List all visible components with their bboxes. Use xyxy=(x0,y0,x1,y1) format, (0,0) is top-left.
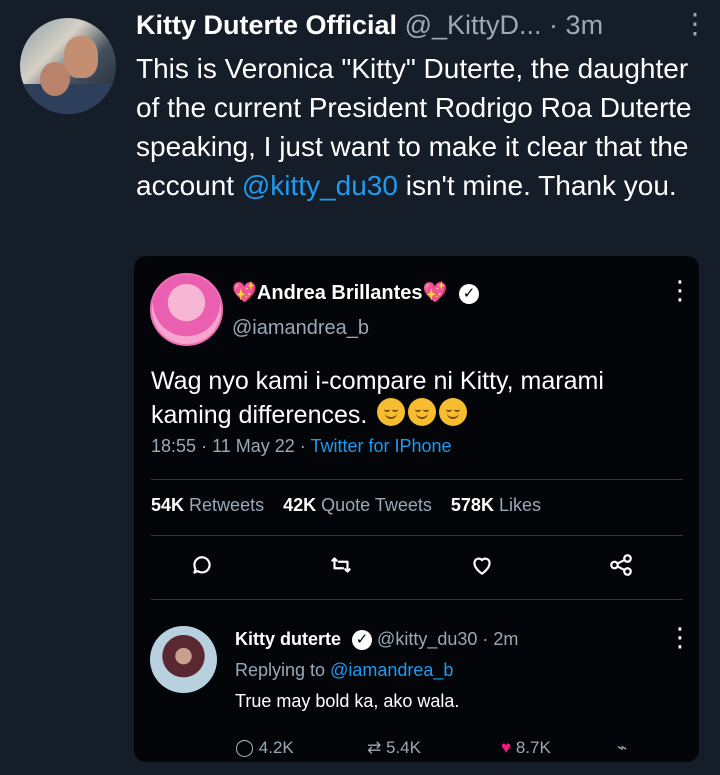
share-icon[interactable]: ⌁ xyxy=(617,738,627,758)
quoted-author-handle[interactable]: @iamandrea_b xyxy=(232,317,369,340)
reply-tweet[interactable]: Kitty duterte ✓ @kitty_du30 · 2m ⋮ Reply… xyxy=(134,614,699,762)
tweet-metadata: 18:55 · 11 May 22 · Twitter for IPhone xyxy=(151,436,452,456)
quote-tweet-count: 42K xyxy=(283,495,317,515)
avatar-image-part xyxy=(40,62,70,96)
avatar-image-part xyxy=(20,84,116,114)
quote-tweet-label: Quote Tweets xyxy=(321,495,432,515)
replying-to: Replying to @iamandrea_b xyxy=(235,660,453,681)
engagement-stats: 54K Retweets 42K Quote Tweets 578K Likes xyxy=(151,495,555,516)
heart-icon[interactable] xyxy=(468,552,496,578)
smiling-emoji-group xyxy=(377,398,468,435)
quote-tweet-stat[interactable]: 42K Quote Tweets xyxy=(283,495,432,515)
quoted-tweet-card[interactable]: 💖Andrea Brillantes💖 ✓ @iamandrea_b ⋮ Wag… xyxy=(134,256,699,762)
smiling-emoji-icon xyxy=(439,398,468,426)
verified-badge-icon: ✓ xyxy=(352,630,373,651)
quoted-author-name[interactable]: Andrea Brillantes xyxy=(257,282,423,304)
more-vertical-icon[interactable]: ⋮ xyxy=(667,275,693,306)
divider xyxy=(151,535,683,536)
more-vertical-icon[interactable]: ⋮ xyxy=(681,10,709,38)
divider xyxy=(151,599,683,600)
reply-icon[interactable] xyxy=(189,552,215,578)
share-icon[interactable] xyxy=(607,552,635,578)
reply-author-name[interactable]: Kitty duterte xyxy=(235,629,341,649)
replying-target-link[interactable]: @iamandrea_b xyxy=(330,660,453,680)
likes-label: Likes xyxy=(498,495,541,515)
tweet-text: This is Veronica "Kitty" Duterte, the da… xyxy=(136,49,706,205)
like-count: 8.7K xyxy=(515,738,551,757)
reply-author-handle[interactable]: @kitty_du30 xyxy=(377,629,477,649)
mention-link[interactable]: @kitty_du30 xyxy=(242,170,398,201)
reply-avatar[interactable] xyxy=(150,626,217,693)
divider xyxy=(151,479,683,480)
author-handle[interactable]: @_KittyD... xyxy=(405,10,542,40)
retweet-icon[interactable] xyxy=(327,552,355,578)
reply-icon: ◯ xyxy=(235,738,255,757)
tweet-header: Kitty Duterte Official @_KittyD... · 3m xyxy=(136,10,696,46)
more-vertical-icon[interactable]: ⋮ xyxy=(667,622,693,653)
reply-header: Kitty duterte ✓ @kitty_du30 · 2m xyxy=(235,629,519,651)
heart-emoji-icon: 💖 xyxy=(422,282,448,304)
reply-text: True may bold ka, ako wala. xyxy=(235,691,460,711)
likes-stat[interactable]: 578K Likes xyxy=(451,495,541,515)
retweet-icon: ⇄ xyxy=(367,738,382,757)
reply-count: 4.2K xyxy=(258,738,294,757)
reply-actions: ◯ 4.2K ⇄ 5.4K ♥ 8.7K ⌁ xyxy=(235,738,675,758)
tweet-date: 11 May 22 xyxy=(212,436,295,456)
retweet-count: 5.4K xyxy=(385,738,421,757)
profile-avatar[interactable] xyxy=(20,18,116,114)
retweet-count: 54K xyxy=(151,495,185,515)
retweet-action[interactable]: ⇄ 5.4K xyxy=(367,738,421,758)
heart-icon: ♥ xyxy=(501,738,512,757)
smiling-emoji-icon xyxy=(377,398,406,426)
tweet-actions xyxy=(151,552,683,582)
retweet-label: Retweets xyxy=(189,495,265,515)
author-name[interactable]: Kitty Duterte Official xyxy=(136,10,397,40)
reply-action[interactable]: ◯ 4.2K xyxy=(235,738,294,758)
quoted-text: Wag nyo kami i-compare ni Kitty, marami … xyxy=(151,367,604,430)
quoted-name-row: 💖Andrea Brillantes💖 ✓ xyxy=(232,280,479,305)
quoted-tweet-text: Wag nyo kami i-compare ni Kitty, marami … xyxy=(151,365,691,435)
tweet-source-link[interactable]: Twitter for IPhone xyxy=(310,436,451,456)
likes-count: 578K xyxy=(450,495,494,515)
quoted-avatar[interactable] xyxy=(150,273,223,346)
verified-badge-icon: ✓ xyxy=(458,283,479,304)
heart-emoji-icon: 💖 xyxy=(232,282,257,304)
reply-time[interactable]: 2m xyxy=(493,629,518,649)
separator: · xyxy=(549,10,559,40)
tweet-text-part: isn't mine. Thank you. xyxy=(397,170,677,201)
avatar-image-part xyxy=(64,36,98,78)
tweet-time: 18:55 xyxy=(151,436,197,456)
smiling-emoji-icon xyxy=(408,398,437,426)
replying-label: Replying to xyxy=(235,660,326,680)
retweet-stat[interactable]: 54K Retweets xyxy=(151,495,264,515)
tweet-time[interactable]: 3m xyxy=(566,10,604,40)
like-action[interactable]: ♥ 8.7K xyxy=(501,738,551,758)
